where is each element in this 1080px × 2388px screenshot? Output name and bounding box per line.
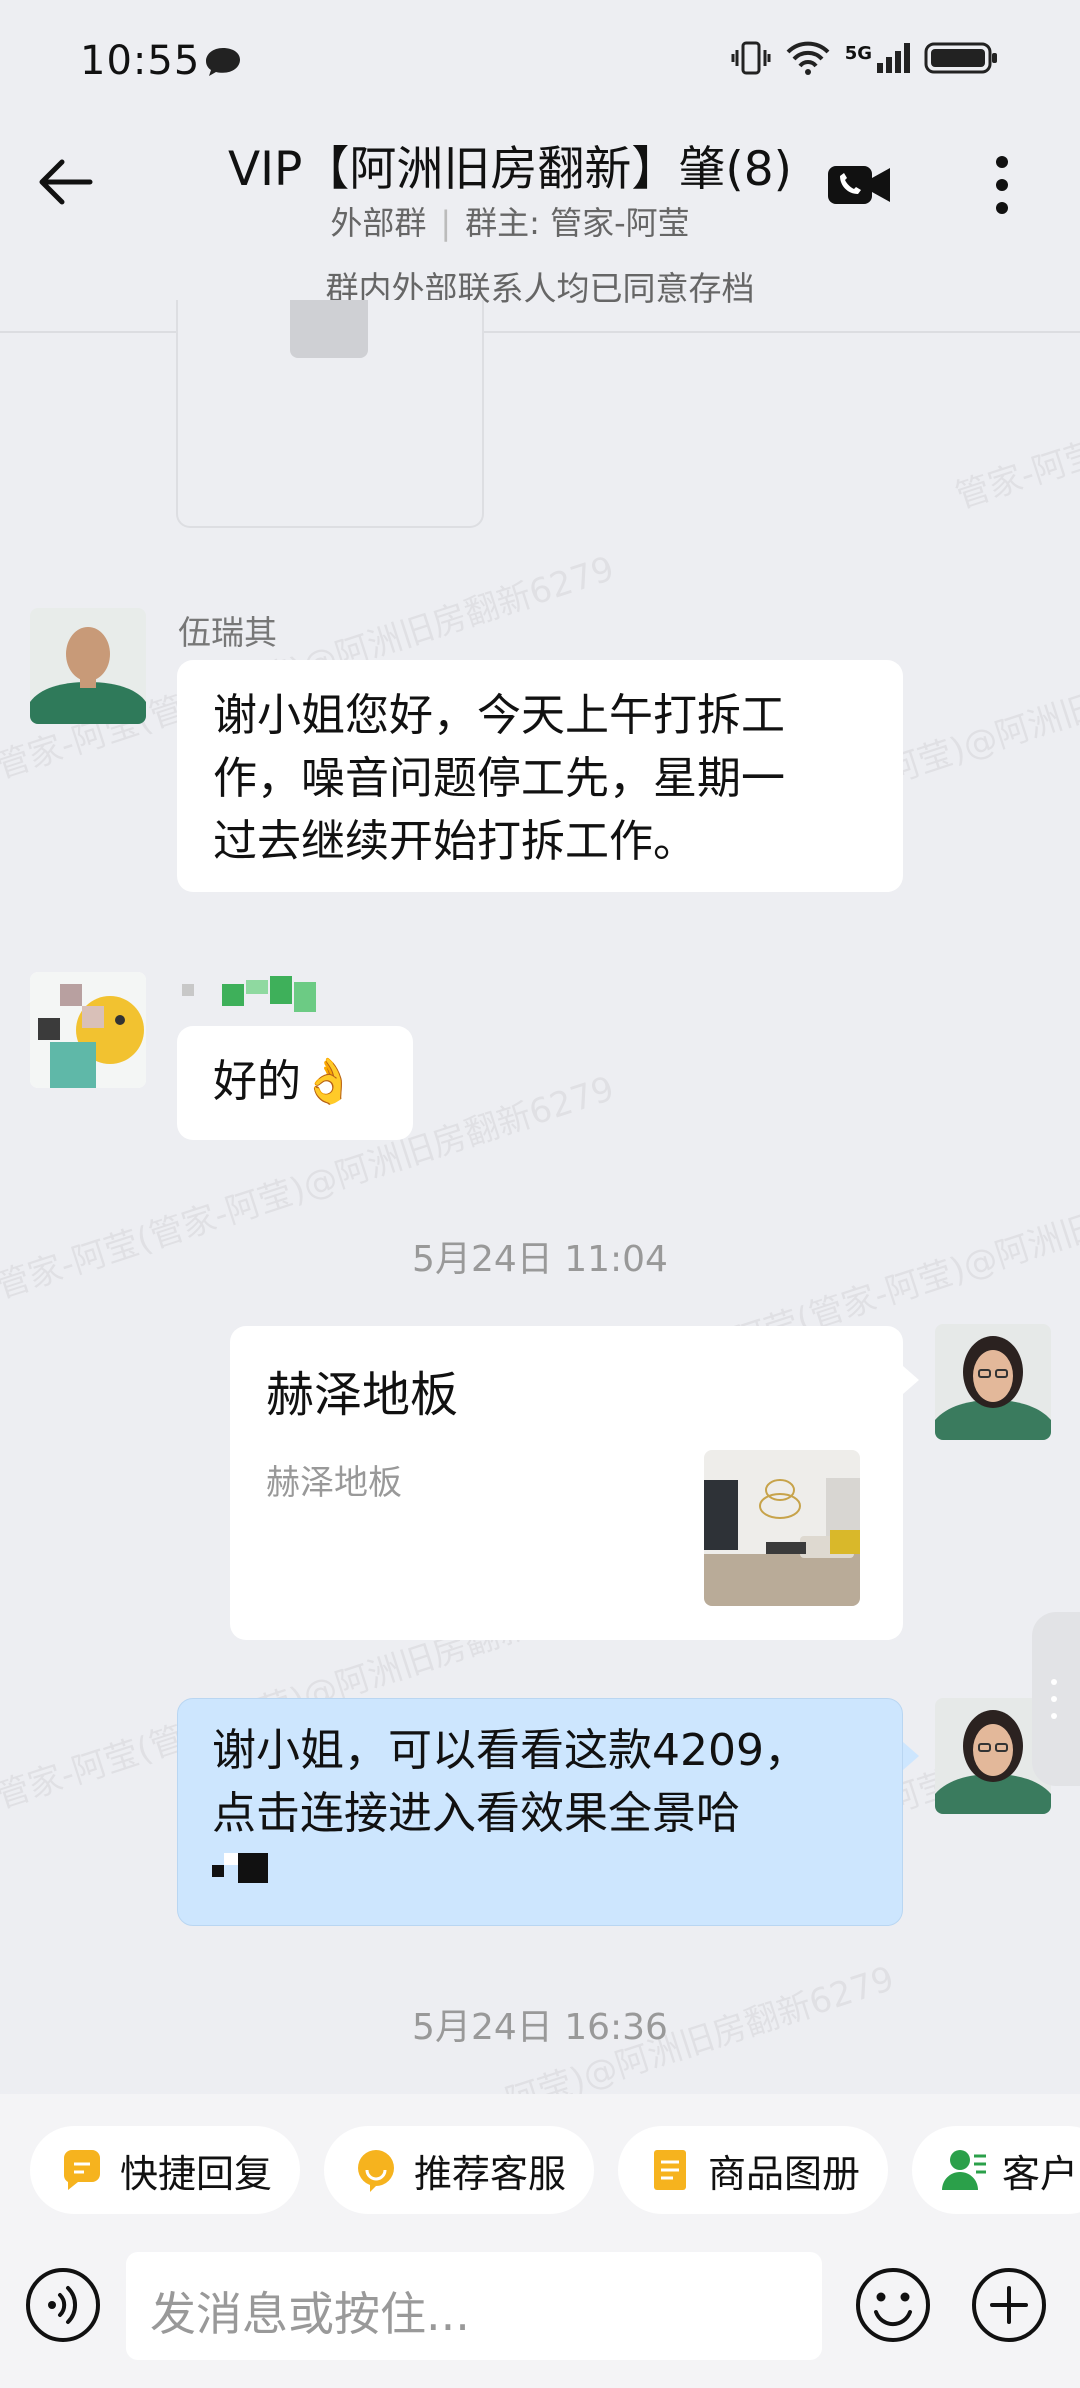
chat-notification-icon [206, 48, 240, 76]
avatar-man-icon [30, 608, 146, 724]
signal-bar [877, 63, 883, 73]
product-album-chip[interactable]: 商品图册 [618, 2126, 888, 2214]
wifi-icon [786, 41, 830, 75]
avatar[interactable] [935, 1324, 1051, 1440]
chip-label: 快捷回复 [120, 2151, 273, 2196]
card-title: 赫泽地板 [266, 1367, 459, 1423]
video-call-icon[interactable] [826, 160, 892, 210]
timestamp: 5月24日 11:04 [412, 1239, 668, 1280]
timestamp: 5月24日 16:36 [412, 2007, 668, 2048]
pixel-block [294, 982, 316, 1012]
more-options-icon[interactable] [980, 152, 1024, 218]
message-line: 作，噪音问题停工先，星期一 [213, 753, 785, 804]
quick-reply-chip[interactable]: 快捷回复 [30, 2126, 300, 2214]
bubble-tail [903, 1366, 919, 1394]
signal-bar [895, 51, 901, 73]
status-icons: 5G [731, 40, 1000, 76]
message-bubble[interactable]: 谢小姐您好，今天上午打拆工 作，噪音问题停工先，星期一 过去继续开始打拆工作。 [177, 660, 903, 892]
signal-indicator: 5G [845, 43, 910, 73]
chip-label: 商品图册 [708, 2151, 861, 2196]
customer-chip[interactable]: 客户 [912, 2126, 1080, 2214]
external-group-tag: 外部群 [330, 204, 427, 242]
chat-subtitle: 外部群 | 群主: 管家-阿莹 [200, 198, 820, 244]
pixelated-emoji [212, 1853, 868, 1883]
pixel-block [212, 1865, 224, 1877]
service-icon [352, 2146, 400, 2194]
chip-label: 推荐客服 [414, 2151, 567, 2196]
pixel-block [222, 984, 244, 1006]
signal-bar [886, 57, 892, 73]
pixel-block [224, 1853, 238, 1865]
header-divider [0, 331, 1080, 333]
customer-icon [940, 2146, 988, 2194]
battery-icon [924, 42, 997, 74]
chat-title: VIP【阿洲旧房翻新】肇(8) [228, 142, 792, 197]
message-line: 点击连接进入看效果全景哈 [212, 1788, 740, 1839]
plus-icon[interactable] [970, 2266, 1048, 2344]
voice-input-icon[interactable] [24, 2266, 102, 2344]
quick-reply-icon [58, 2146, 106, 2194]
drag-dots-icon [1051, 1679, 1057, 1719]
previous-card-stub[interactable] [176, 300, 484, 528]
back-arrow-icon[interactable] [34, 150, 98, 214]
message-line: 过去继续开始打拆工作。 [213, 816, 697, 867]
status-time: 10:55 [80, 38, 201, 84]
avatar-cartoon-icon [30, 972, 146, 1088]
avatar-woman-icon [935, 1324, 1051, 1440]
bubble-tail [903, 1742, 919, 1770]
signal-bar [904, 43, 910, 73]
network-type: 5G [844, 43, 872, 64]
message-bubble[interactable]: 谢小姐，可以看看这款4209， 点击连接进入看效果全景哈 [177, 1698, 903, 1926]
avatar[interactable] [30, 972, 146, 1088]
pixel-block [246, 980, 268, 994]
sender-name-pixelated [222, 976, 316, 1012]
message-line: 谢小姐您好，今天上午打拆工 [213, 690, 785, 741]
subtitle-separator: | [440, 204, 452, 242]
card-stub-knob [290, 300, 368, 358]
link-card[interactable]: 赫泽地板 赫泽地板 [230, 1326, 903, 1640]
side-drawer-handle[interactable] [1032, 1612, 1080, 1786]
sender-name-pixelated [182, 984, 194, 996]
recommend-service-chip[interactable]: 推荐客服 [324, 2126, 594, 2214]
sender-name: 伍瑞其 [178, 613, 277, 652]
product-album-icon [646, 2146, 694, 2194]
pixel-block [270, 976, 292, 1004]
archive-notice: 群内外部联系人均已同意存档 [325, 269, 755, 308]
message-bubble[interactable]: 好的👌 [177, 1026, 413, 1140]
group-owner: 群主: 管家-阿莹 [465, 204, 690, 242]
avatar[interactable] [30, 608, 146, 724]
chip-label: 客户 [1002, 2151, 1079, 2196]
vibrate-icon [731, 41, 771, 75]
message-line: 谢小姐，可以看看这款4209， [212, 1725, 808, 1776]
message-text: 好的👌 [213, 1056, 356, 1107]
pixel-block [238, 1853, 268, 1883]
card-description: 赫泽地板 [266, 1463, 402, 1503]
emoji-icon[interactable] [854, 2266, 932, 2344]
card-thumbnail-room [704, 1450, 860, 1606]
message-input[interactable]: 发消息或按住... [126, 2252, 822, 2360]
